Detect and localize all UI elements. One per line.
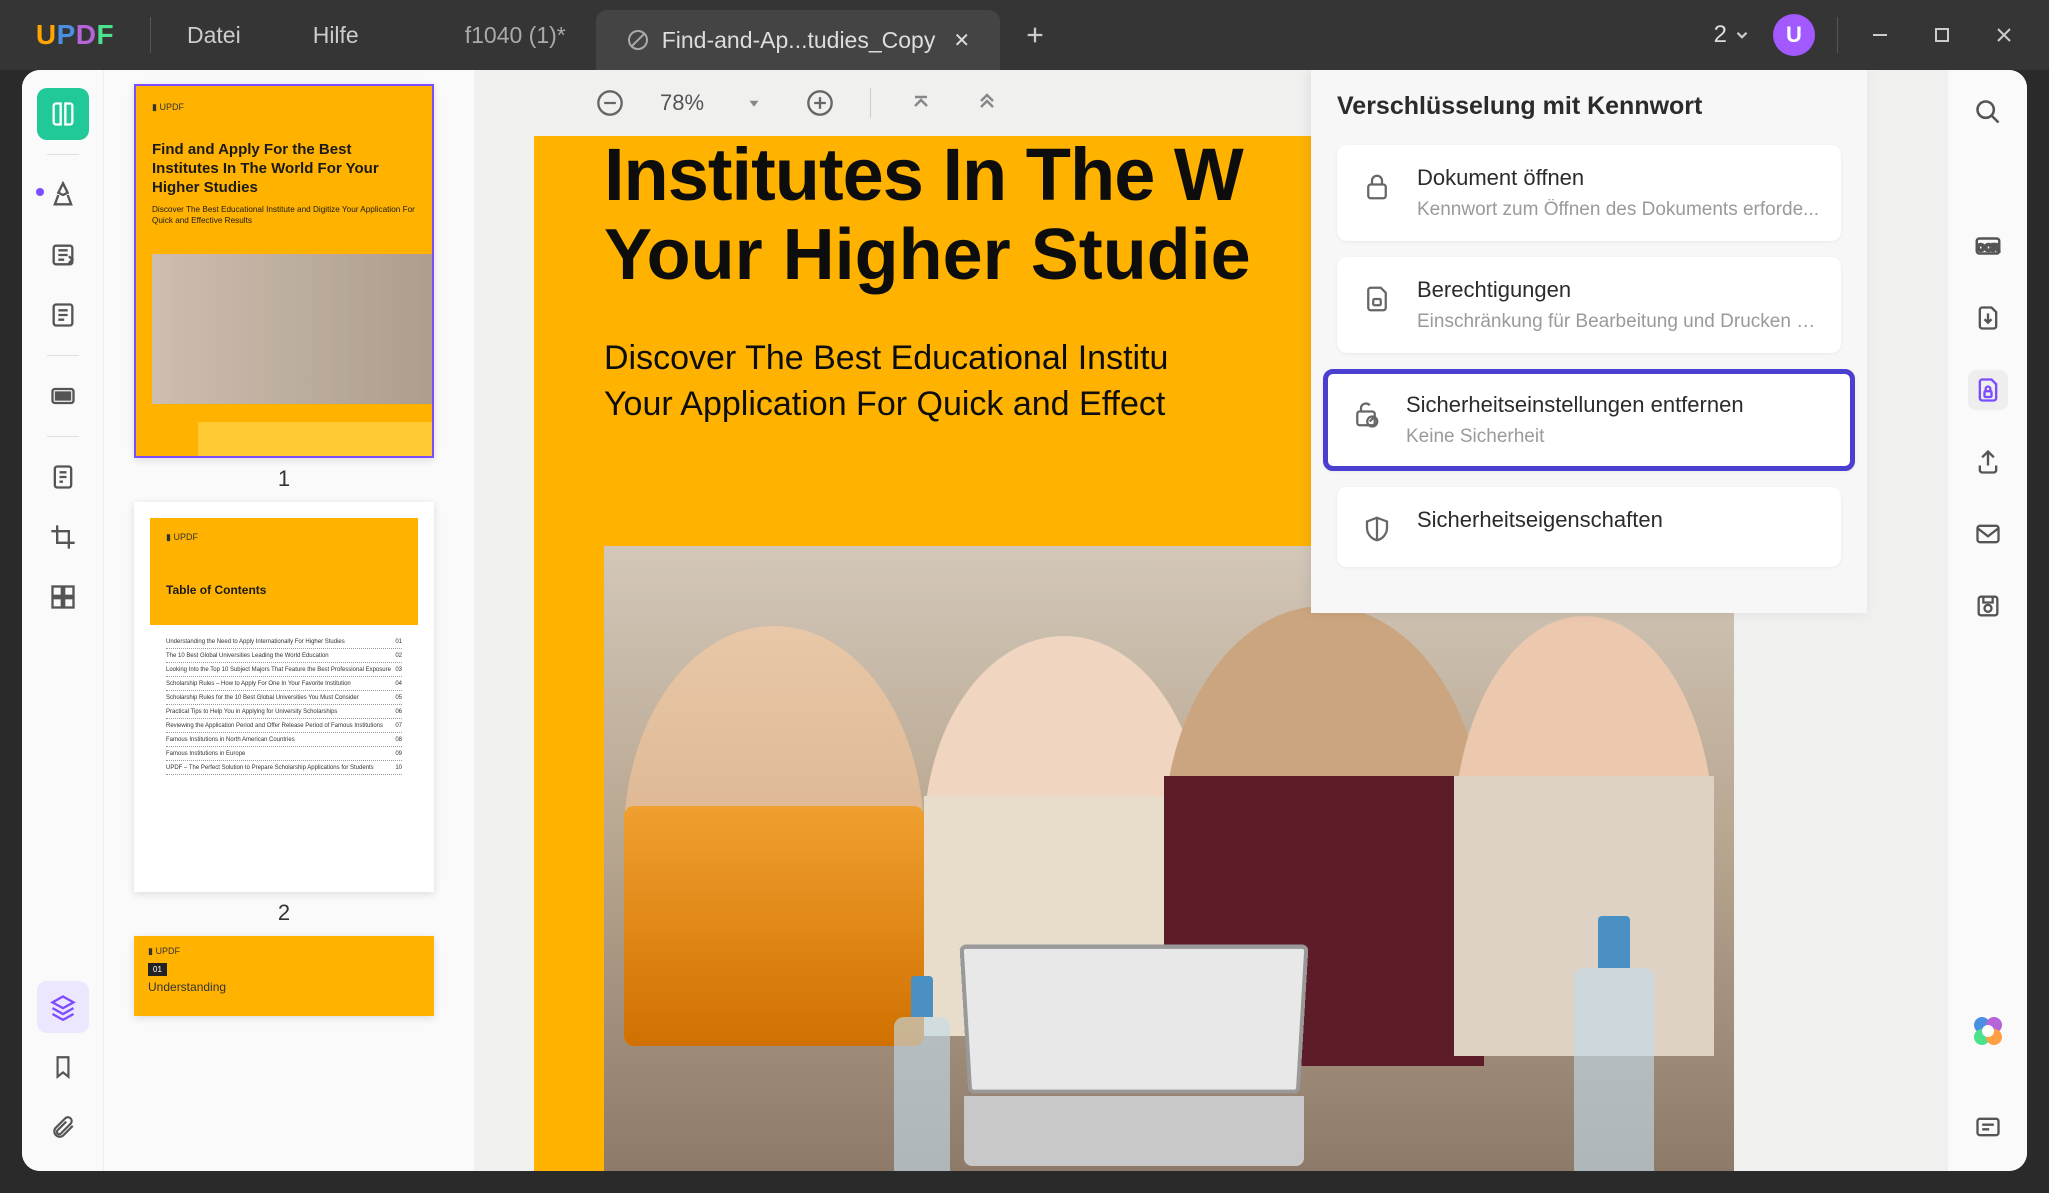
zoom-out-button[interactable] xyxy=(594,87,626,119)
prev-page-button[interactable] xyxy=(971,87,1003,119)
convert-button[interactable] xyxy=(1968,298,2008,338)
titlebar-right: 2 U xyxy=(1714,14,2049,56)
menu-file[interactable]: Datei xyxy=(151,22,277,49)
right-toolbar: OCR xyxy=(1947,70,2027,1171)
thumbnail-page-1[interactable]: ▮ UPDF Find and Apply For the Best Insti… xyxy=(134,84,434,492)
card-title: Sicherheitseinstellungen entfernen xyxy=(1406,392,1830,418)
page-text-tool[interactable] xyxy=(37,289,89,341)
highlight-tool[interactable] xyxy=(37,169,89,221)
thumbnail-page-2[interactable]: ▮ UPDF Table of Contents Understanding t… xyxy=(134,502,434,926)
thumbnail-number: 2 xyxy=(134,900,434,926)
shield-icon xyxy=(1359,511,1395,547)
email-button[interactable] xyxy=(1968,514,2008,554)
maximize-button[interactable] xyxy=(1922,15,1962,55)
tab-active[interactable]: Find-and-Ap...tudies_Copy ✕ xyxy=(596,10,1000,70)
comment-list-button[interactable] xyxy=(1968,1107,2008,1147)
main-frame: ▮ UPDF Find and Apply For the Best Insti… xyxy=(22,70,2027,1171)
bookmark-tool[interactable] xyxy=(37,1041,89,1093)
crop-tool[interactable] xyxy=(37,511,89,563)
security-open-document[interactable]: Dokument öffnen Kennwort zum Öffnen des … xyxy=(1337,145,1841,241)
search-button[interactable] xyxy=(1968,92,2008,132)
thumbnail-photo xyxy=(152,254,432,404)
thumbnail-panel: ▮ UPDF Find and Apply For the Best Insti… xyxy=(104,70,474,1171)
security-panel: Verschlüsselung mit Kennwort Dokument öf… xyxy=(1311,70,1867,613)
edit-text-tool[interactable] xyxy=(37,229,89,281)
document-area: 78% Institutes In The W Your Higher Stud… xyxy=(474,70,1947,1171)
attachment-tool[interactable] xyxy=(37,1101,89,1153)
toc-lines: Understanding the Need to Apply Internat… xyxy=(150,625,418,785)
svg-text:OCR: OCR xyxy=(1976,243,1999,254)
titlebar: UPDF Datei Hilfe f1040 (1)* Find-and-Ap.… xyxy=(0,0,2049,70)
unlock-icon xyxy=(1348,396,1384,432)
avatar[interactable]: U xyxy=(1773,14,1815,56)
share-button[interactable] xyxy=(1968,442,2008,482)
form-tool[interactable] xyxy=(37,451,89,503)
thumbnail-page-3[interactable]: ▮ UPDF 01 Understanding xyxy=(134,936,434,1016)
file-lock-icon xyxy=(1359,281,1395,317)
indicator-dot xyxy=(36,188,44,196)
organize-tool[interactable] xyxy=(37,571,89,623)
card-title: Berechtigungen xyxy=(1417,277,1819,303)
reader-tool[interactable] xyxy=(37,88,89,140)
minimize-button[interactable] xyxy=(1860,15,1900,55)
layers-tool[interactable] xyxy=(37,981,89,1033)
card-sub: Einschränkung für Bearbeitung und Drucke… xyxy=(1417,311,1819,333)
new-tab-button[interactable] xyxy=(1000,24,1070,46)
hero-photo xyxy=(604,546,1734,1171)
zoom-dropdown[interactable] xyxy=(738,87,770,119)
menu-help[interactable]: Hilfe xyxy=(277,22,395,49)
redact-tool[interactable] xyxy=(37,370,89,422)
card-title: Dokument öffnen xyxy=(1417,165,1819,191)
security-properties[interactable]: Sicherheitseigenschaften xyxy=(1337,487,1841,567)
ai-flower-button[interactable] xyxy=(1968,1011,2008,1051)
card-sub: Keine Sicherheit xyxy=(1406,426,1830,448)
save-button[interactable] xyxy=(1968,586,2008,626)
divider xyxy=(1837,17,1838,53)
no-edit-icon xyxy=(626,28,650,52)
tab-inactive[interactable]: f1040 (1)* xyxy=(435,0,596,70)
app-logo: UPDF xyxy=(0,0,150,70)
zoom-in-button[interactable] xyxy=(804,87,836,119)
card-title: Sicherheitseigenschaften xyxy=(1417,507,1819,533)
security-remove-settings[interactable]: Sicherheitseinstellungen entfernen Keine… xyxy=(1323,369,1855,471)
tab-label: Find-and-Ap...tudies_Copy xyxy=(662,27,936,54)
card-sub: Kennwort zum Öffnen des Dokuments erford… xyxy=(1417,199,1819,221)
thumbnail-number: 1 xyxy=(134,466,434,492)
window-count[interactable]: 2 xyxy=(1714,21,1751,49)
close-window-button[interactable] xyxy=(1984,15,2024,55)
close-tab-icon[interactable]: ✕ xyxy=(953,28,970,53)
first-page-button[interactable] xyxy=(905,87,937,119)
ocr-button[interactable]: OCR xyxy=(1968,226,2008,266)
tab-label: f1040 (1)* xyxy=(465,22,566,49)
left-toolbar xyxy=(22,70,104,1171)
protect-button[interactable] xyxy=(1968,370,2008,410)
security-permissions[interactable]: Berechtigungen Einschränkung für Bearbei… xyxy=(1337,257,1841,353)
zoom-level: 78% xyxy=(660,90,704,116)
lock-icon xyxy=(1359,169,1395,205)
panel-title: Verschlüsselung mit Kennwort xyxy=(1337,92,1841,121)
tab-bar: f1040 (1)* Find-and-Ap...tudies_Copy ✕ xyxy=(435,0,1070,70)
